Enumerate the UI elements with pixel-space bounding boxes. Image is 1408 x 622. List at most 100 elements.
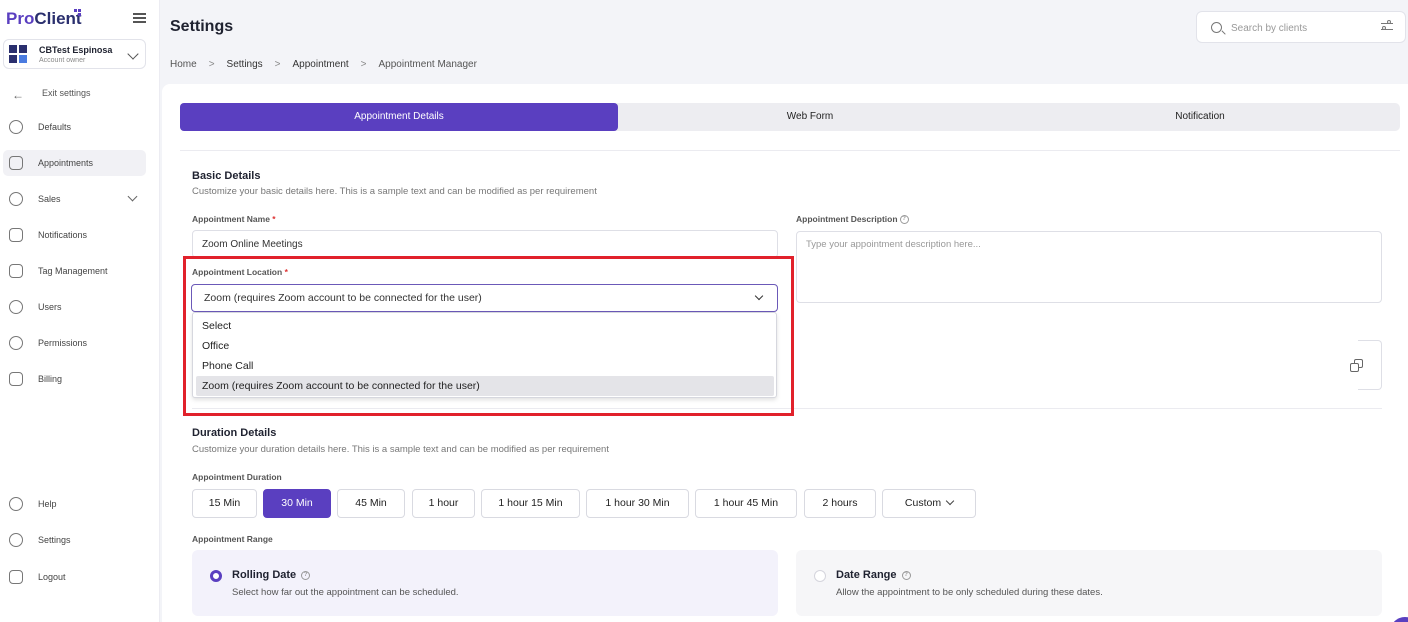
logout-icon	[9, 570, 23, 584]
sidebar-item-label: Notifications	[38, 230, 88, 240]
arrow-left-icon: ←	[12, 88, 24, 102]
appointment-description-label: Appointment Description?	[796, 214, 909, 225]
rolling-date-radio[interactable]	[210, 570, 222, 582]
sidebar-item-notifications[interactable]: Notifications	[3, 222, 146, 248]
credit-card-icon	[9, 372, 23, 386]
chevron-down-icon	[127, 191, 138, 202]
duration-1-hour-15-min-button[interactable]: 1 hour 15 Min	[481, 489, 580, 518]
sidebar-item-users[interactable]: Users	[3, 294, 146, 320]
sales-icon	[9, 192, 23, 206]
date-range-title: Date Range ?	[836, 569, 911, 581]
help-icon	[9, 497, 23, 511]
sidebar-item-defaults[interactable]: Defaults	[3, 114, 146, 140]
sidebar-item-help[interactable]: Help	[3, 491, 146, 517]
breadcrumb-home[interactable]: Home	[170, 59, 197, 70]
label-text: Appointment Name	[192, 214, 270, 224]
breadcrumb-settings[interactable]: Settings	[227, 59, 263, 70]
duration-30-min-button[interactable]: 30 Min	[263, 489, 331, 518]
appointment-range-label: Appointment Range	[192, 534, 273, 544]
page-title: Settings	[170, 18, 234, 35]
help-circle-icon[interactable]: ?	[301, 570, 311, 580]
duration-45-min-button[interactable]: 45 Min	[337, 489, 405, 518]
logo-mark-icon	[74, 9, 82, 17]
sidebar-item-label: Logout	[38, 572, 66, 582]
sidebar-item-label: Users	[38, 302, 62, 312]
tab-web-form[interactable]: Web Form	[618, 103, 1002, 131]
sidebar-item-label: Help	[38, 499, 57, 509]
sidebar-item-appointments[interactable]: Appointments	[3, 150, 146, 176]
date-range-description: Allow the appointment to be only schedul…	[836, 587, 1103, 598]
exit-settings-link[interactable]: ← Exit settings	[12, 86, 152, 102]
chevron-down-icon	[945, 496, 955, 506]
sidebar-item-billing[interactable]: Billing	[3, 366, 146, 392]
shield-icon	[9, 336, 23, 350]
tab-bar: Appointment Details Web Form Notificatio…	[180, 103, 1400, 131]
search-input[interactable]	[1231, 20, 1371, 36]
filter-icon[interactable]	[1381, 20, 1393, 33]
account-switcher[interactable]: CBTest Espinosa Account owner	[3, 39, 146, 69]
hamburger-menu-icon[interactable]	[133, 13, 146, 23]
duration-2-hours-button[interactable]: 2 hours	[804, 489, 876, 518]
duration-details-subtitle: Customize your duration details here. Th…	[192, 444, 609, 455]
rolling-date-title-text: Rolling Date	[232, 569, 297, 581]
date-range-option[interactable]: Date Range ? Allow the appointment to be…	[796, 550, 1382, 616]
sidebar-item-logout[interactable]: Logout	[3, 564, 146, 590]
breadcrumb-separator: >	[274, 59, 281, 70]
gear-icon	[9, 533, 23, 547]
duration-custom-button[interactable]: Custom	[882, 489, 976, 518]
appointment-name-input[interactable]	[192, 230, 778, 258]
users-icon	[9, 300, 23, 314]
rolling-date-description: Select how far out the appointment can b…	[232, 587, 459, 598]
logo-pro-text: Pro	[6, 9, 35, 28]
app-logo[interactable]: ProClient	[6, 9, 82, 29]
rolling-date-title: Rolling Date ?	[232, 569, 311, 581]
breadcrumb-separator: >	[360, 59, 367, 70]
sidebar-item-label: Defaults	[38, 122, 72, 132]
divider	[180, 150, 1400, 151]
mail-icon	[9, 228, 23, 242]
help-circle-icon[interactable]: ?	[901, 570, 911, 580]
appointment-name-label: Appointment Name *	[192, 214, 276, 224]
basic-details-title: Basic Details	[192, 170, 261, 182]
duration-1-hour-button[interactable]: 1 hour	[412, 489, 475, 518]
sidebar-item-permissions[interactable]: Permissions	[3, 330, 146, 356]
tab-appointment-details[interactable]: Appointment Details	[180, 103, 618, 131]
help-circle-icon[interactable]: ?	[899, 215, 909, 225]
search-icon	[1211, 22, 1222, 33]
appointment-duration-label: Appointment Duration	[192, 472, 282, 482]
sidebar-item-label: Sales	[38, 194, 61, 204]
sidebar-item-settings[interactable]: Settings	[3, 527, 146, 553]
sidebar-item-tag-management[interactable]: Tag Management	[3, 258, 146, 284]
basic-details-subtitle: Customize your basic details here. This …	[192, 186, 597, 197]
sidebar-item-label: Permissions	[38, 338, 88, 348]
duration-details-title: Duration Details	[192, 427, 277, 439]
tab-notification[interactable]: Notification	[1002, 103, 1398, 131]
search-bar[interactable]	[1196, 11, 1406, 43]
custom-label: Custom	[904, 497, 942, 509]
sidebar-item-label: Billing	[38, 374, 63, 384]
date-range-title-text: Date Range	[836, 569, 897, 581]
sidebar-item-label: Appointments	[38, 158, 94, 168]
breadcrumb-appointment[interactable]: Appointment	[293, 59, 349, 70]
sidebar-item-sales[interactable]: Sales	[3, 186, 146, 212]
account-name: CBTest Espinosa	[39, 45, 113, 55]
gear-icon	[9, 120, 23, 134]
duration-1-hour-45-min-button[interactable]: 1 hour 45 Min	[695, 489, 797, 518]
date-range-radio[interactable]	[814, 570, 826, 582]
duration-1-hour-30-min-button[interactable]: 1 hour 30 Min	[586, 489, 689, 518]
label-text: Appointment Description	[796, 214, 898, 224]
appointment-description-input[interactable]	[796, 231, 1382, 303]
calendar-icon	[9, 156, 23, 170]
exit-settings-label: Exit settings	[42, 88, 91, 98]
breadcrumb: Home > Settings > Appointment > Appointment Ma…	[170, 59, 477, 70]
sidebar-item-label: Settings	[38, 535, 71, 545]
tag-icon	[9, 264, 23, 278]
sidebar-item-label: Tag Management	[38, 266, 108, 276]
copy-icon[interactable]	[1350, 359, 1364, 373]
account-role: Account owner	[39, 57, 86, 64]
breadcrumb-separator: >	[208, 59, 215, 70]
required-marker: *	[272, 214, 276, 224]
rolling-date-option[interactable]: Rolling Date ? Select how far out the ap…	[192, 550, 778, 616]
chevron-down-icon	[127, 48, 139, 60]
duration-15-min-button[interactable]: 15 Min	[192, 489, 257, 518]
